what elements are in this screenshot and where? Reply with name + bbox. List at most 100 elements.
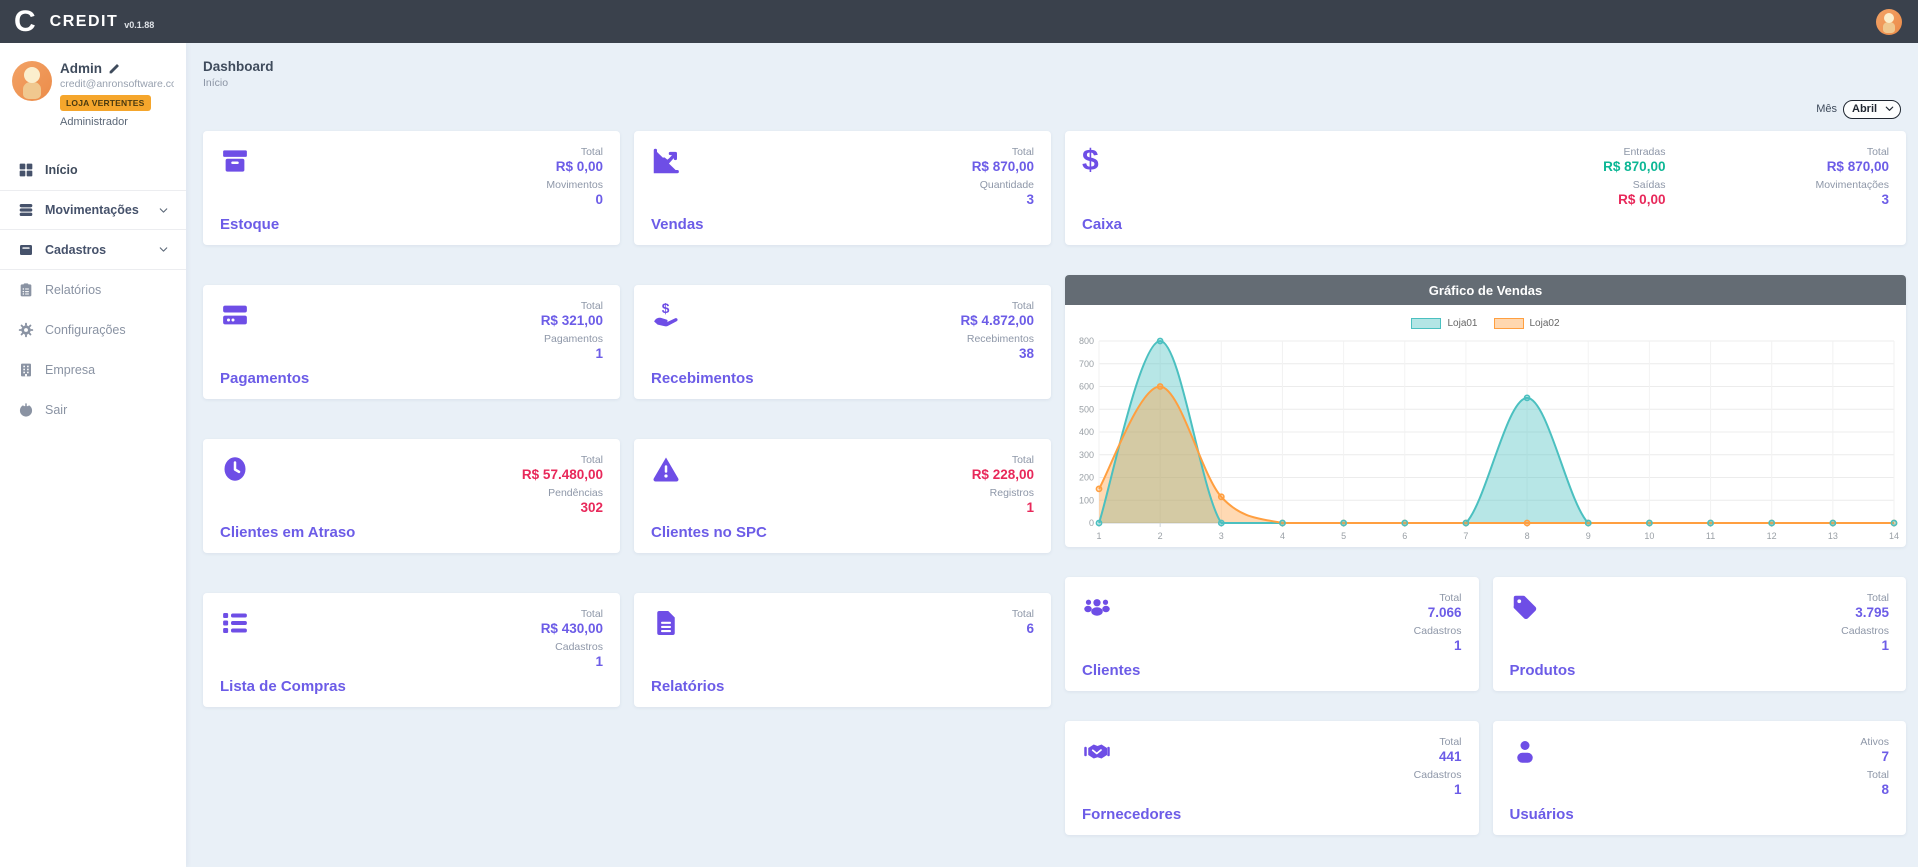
list-icon xyxy=(220,608,250,638)
warning-triangle-icon xyxy=(651,454,681,484)
brand-name: CREDIT xyxy=(50,13,119,31)
stat-value: R$ 321,00 xyxy=(541,313,603,328)
sidebar-item-cadastros[interactable]: Cadastros xyxy=(0,230,186,270)
card-title[interactable]: Caixa xyxy=(1082,216,1122,233)
stat-label: Ativos xyxy=(1860,736,1889,748)
stat-value: R$ 57.480,00 xyxy=(522,467,603,482)
database-icon xyxy=(18,202,34,218)
stat-label: Pendências xyxy=(522,487,603,499)
svg-text:6: 6 xyxy=(1402,531,1407,541)
edit-pencil-icon[interactable] xyxy=(108,62,121,75)
card-lista-de-compras: Lista de Compras Total R$ 430,00 Cadastr… xyxy=(203,593,620,707)
svg-text:14: 14 xyxy=(1889,531,1899,541)
card-title[interactable]: Estoque xyxy=(220,216,279,233)
stat-label: Entradas xyxy=(1603,146,1665,158)
stat-value: R$ 0,00 xyxy=(1603,192,1665,207)
card-title[interactable]: Clientes xyxy=(1082,662,1140,679)
card-title[interactable]: Usuários xyxy=(1510,806,1574,823)
svg-text:400: 400 xyxy=(1079,427,1094,437)
month-filter-label: Mês xyxy=(1816,103,1837,115)
gear-icon xyxy=(18,322,34,338)
card-title[interactable]: Clientes em Atraso xyxy=(220,524,355,541)
card-stats: Total 6 xyxy=(1012,608,1034,695)
sidebar: Admin credit@anronsoftware.co... LOJA VE… xyxy=(0,43,186,867)
stat-label: Quantidade xyxy=(972,179,1034,191)
card-title[interactable]: Pagamentos xyxy=(220,370,309,387)
sidebar-item-movimentacoes[interactable]: Movimentações xyxy=(0,190,186,230)
sidebar-item-configuracoes[interactable]: Configurações xyxy=(0,310,186,350)
profile-avatar[interactable] xyxy=(12,61,52,101)
card-fornecedores: Fornecedores Total 441 Cadastros 1 xyxy=(1065,721,1479,835)
stat-label: Total xyxy=(541,300,603,312)
tag-icon xyxy=(1510,592,1540,622)
stat-value: 302 xyxy=(522,500,603,515)
users-icon xyxy=(1082,592,1112,622)
stat-value: 6 xyxy=(1012,621,1034,636)
card-stats: Total 441 Cadastros 1 xyxy=(1414,736,1462,823)
card-title[interactable]: Fornecedores xyxy=(1082,806,1181,823)
stat-value: 1 xyxy=(541,654,603,669)
topbar-user-avatar[interactable] xyxy=(1876,9,1902,35)
stat-label: Total xyxy=(1841,592,1889,604)
card-title[interactable]: Relatórios xyxy=(651,678,724,695)
stat-value: R$ 4.872,00 xyxy=(960,313,1034,328)
card-title[interactable]: Clientes no SPC xyxy=(651,524,767,541)
card-title[interactable]: Vendas xyxy=(651,216,704,233)
stat-label: Recebimentos xyxy=(960,333,1034,345)
card-relatorios: Relatórios Total 6 xyxy=(634,593,1051,707)
svg-text:300: 300 xyxy=(1079,450,1094,460)
chevron-down-icon xyxy=(157,243,170,256)
card-stats: Total R$ 870,00 Quantidade 3 xyxy=(972,146,1034,233)
card-caixa: $ Caixa Entradas R$ 870,00 Saídas R$ 0,0… xyxy=(1065,131,1906,245)
card-stats: Ativos 7 Total 8 xyxy=(1860,736,1889,823)
svg-text:12: 12 xyxy=(1767,531,1777,541)
stat-value: 7.066 xyxy=(1414,605,1462,620)
stat-value: 1 xyxy=(1414,782,1462,797)
sidebar-item-relatorios[interactable]: Relatórios xyxy=(0,270,186,310)
sidebar-item-label: Empresa xyxy=(45,363,95,377)
svg-text:200: 200 xyxy=(1079,473,1094,483)
stat-label: Total xyxy=(541,608,603,620)
card-vendas: Vendas Total R$ 870,00 Quantidade 3 xyxy=(634,131,1051,245)
card-title[interactable]: Produtos xyxy=(1510,662,1576,679)
svg-text:10: 10 xyxy=(1644,531,1654,541)
stat-value: 1 xyxy=(972,500,1034,515)
sidebar-item-inicio[interactable]: Início xyxy=(0,150,186,190)
card-stats: Total 7.066 Cadastros 1 xyxy=(1414,592,1462,679)
svg-text:500: 500 xyxy=(1079,404,1094,414)
card-title[interactable]: Lista de Compras xyxy=(220,678,346,695)
stat-label: Total xyxy=(522,454,603,466)
stat-label: Total xyxy=(972,146,1034,158)
card-title[interactable]: Recebimentos xyxy=(651,370,754,387)
sidebar-menu: Início Movimentações Cadastros Relatório… xyxy=(0,150,186,430)
card-stats: Total R$ 321,00 Pagamentos 1 xyxy=(541,300,603,387)
user-icon xyxy=(1510,736,1540,766)
sidebar-item-empresa[interactable]: Empresa xyxy=(0,350,186,390)
card-stats: Total R$ 4.872,00 Recebimentos 38 xyxy=(960,300,1034,387)
svg-text:4: 4 xyxy=(1280,531,1285,541)
profile-role: Administrador xyxy=(60,116,174,128)
chart-legend: Loja01 Loja02 xyxy=(1065,315,1906,331)
card-stats: Total 3.795 Cadastros 1 xyxy=(1841,592,1889,679)
topbar: C CREDIT v0.1.88 xyxy=(0,0,1918,43)
svg-text:800: 800 xyxy=(1079,336,1094,346)
sidebar-item-label: Configurações xyxy=(45,323,126,337)
sidebar-item-sair[interactable]: Sair xyxy=(0,390,186,430)
legend-item-loja02[interactable]: Loja02 xyxy=(1494,318,1560,329)
svg-text:11: 11 xyxy=(1706,531,1715,541)
card-clientes-no-spc: Clientes no SPC Total R$ 228,00 Registro… xyxy=(634,439,1051,553)
clipboard-list-icon xyxy=(18,282,34,298)
sales-chart-svg: 0100200300400500600700800123456789101112… xyxy=(1067,333,1904,545)
stat-value: 3 xyxy=(1815,192,1889,207)
file-lines-icon xyxy=(651,608,681,638)
legend-item-loja01[interactable]: Loja01 xyxy=(1411,318,1477,329)
profile-section: Admin credit@anronsoftware.co... LOJA VE… xyxy=(0,61,186,142)
card-clientes: Clientes Total 7.066 Cadastros 1 xyxy=(1065,577,1479,691)
dollar-sign-icon: $ xyxy=(1082,146,1122,176)
stat-label: Cadastros xyxy=(1414,625,1462,637)
stat-value: 3.795 xyxy=(1841,605,1889,620)
svg-text:0: 0 xyxy=(1089,518,1094,528)
svg-text:5: 5 xyxy=(1341,531,1346,541)
month-select[interactable]: Abril xyxy=(1843,100,1901,119)
stat-label: Total xyxy=(1012,608,1034,620)
